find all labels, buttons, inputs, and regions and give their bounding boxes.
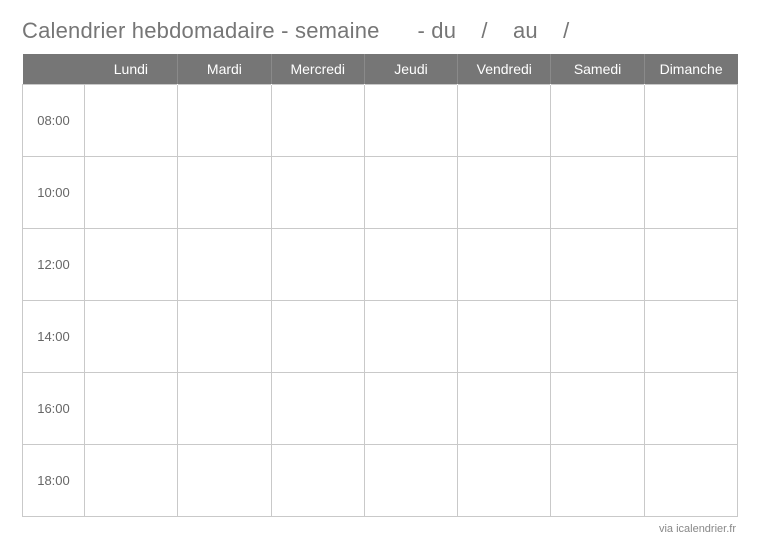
calendar-cell (644, 300, 737, 372)
calendar-cell (364, 444, 457, 516)
calendar-cell (551, 156, 644, 228)
time-row: 10:00 (23, 156, 738, 228)
calendar-cell (364, 228, 457, 300)
calendar-cell (644, 228, 737, 300)
time-row: 12:00 (23, 228, 738, 300)
header-wednesday: Mercredi (271, 54, 364, 84)
calendar-cell (178, 84, 271, 156)
time-row: 16:00 (23, 372, 738, 444)
calendar-cell (85, 228, 178, 300)
calendar-cell (178, 372, 271, 444)
calendar-cell (271, 372, 364, 444)
header-thursday: Jeudi (364, 54, 457, 84)
time-row: 14:00 (23, 300, 738, 372)
time-label: 08:00 (23, 84, 85, 156)
header-tuesday: Mardi (178, 54, 271, 84)
time-label: 18:00 (23, 444, 85, 516)
calendar-cell (551, 228, 644, 300)
header-friday: Vendredi (458, 54, 551, 84)
calendar-cell (458, 84, 551, 156)
time-row: 08:00 (23, 84, 738, 156)
calendar-cell (271, 444, 364, 516)
time-label: 16:00 (23, 372, 85, 444)
time-row: 18:00 (23, 444, 738, 516)
calendar-cell (458, 156, 551, 228)
calendar-cell (551, 84, 644, 156)
time-label: 14:00 (23, 300, 85, 372)
calendar-cell (178, 444, 271, 516)
calendar-cell (551, 372, 644, 444)
time-label: 12:00 (23, 228, 85, 300)
calendar-cell (271, 228, 364, 300)
weekly-calendar-table: Lundi Mardi Mercredi Jeudi Vendredi Same… (22, 54, 738, 517)
calendar-cell (271, 300, 364, 372)
calendar-cell (85, 372, 178, 444)
calendar-cell (85, 156, 178, 228)
header-monday: Lundi (85, 54, 178, 84)
footer-credit: via icalendrier.fr (22, 523, 738, 535)
calendar-cell (271, 84, 364, 156)
calendar-cell (644, 444, 737, 516)
page-title: Calendrier hebdomadaire - semaine - du /… (22, 18, 738, 44)
time-label: 10:00 (23, 156, 85, 228)
calendar-cell (644, 372, 737, 444)
calendar-cell (644, 84, 737, 156)
calendar-cell (178, 228, 271, 300)
calendar-cell (551, 444, 644, 516)
calendar-cell (458, 228, 551, 300)
calendar-cell (551, 300, 644, 372)
calendar-cell (271, 156, 364, 228)
calendar-cell (85, 84, 178, 156)
calendar-cell (85, 300, 178, 372)
calendar-cell (458, 372, 551, 444)
day-header-row: Lundi Mardi Mercredi Jeudi Vendredi Same… (23, 54, 738, 84)
calendar-cell (178, 300, 271, 372)
header-blank (23, 54, 85, 84)
calendar-cell (458, 300, 551, 372)
calendar-cell (364, 84, 457, 156)
calendar-cell (85, 444, 178, 516)
calendar-cell (364, 300, 457, 372)
calendar-cell (644, 156, 737, 228)
calendar-cell (458, 444, 551, 516)
header-sunday: Dimanche (644, 54, 737, 84)
calendar-cell (364, 372, 457, 444)
calendar-cell (364, 156, 457, 228)
header-saturday: Samedi (551, 54, 644, 84)
calendar-cell (178, 156, 271, 228)
